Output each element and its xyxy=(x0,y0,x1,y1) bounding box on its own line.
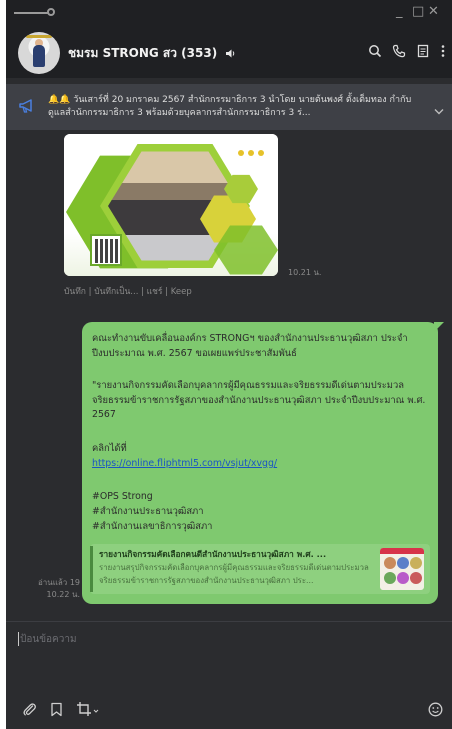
composer-toolbar xyxy=(6,690,452,729)
title-bar: _ □ ✕ xyxy=(6,0,452,28)
image-message[interactable] xyxy=(64,134,278,276)
announcement-text: 🔔🔔 วันเสาร์ที่ 20 มกราคม 2567 สำนักกรรมา… xyxy=(48,95,412,118)
preview-description: รายงานสรุปกิจกรรมคัดเลือกบุคลากรผู้มีคุณ… xyxy=(99,563,369,585)
image-actions[interactable]: บันทึก | บันทึกเป็น... | แชร์ | Keep xyxy=(64,284,192,298)
avatar[interactable] xyxy=(18,32,60,74)
chevron-down-icon[interactable] xyxy=(434,100,444,119)
more-icon[interactable] xyxy=(434,42,452,60)
hashtag-office-president[interactable]: #สำนักงานประธานวุฒิสภา xyxy=(92,505,428,520)
message-time: 10.22 น. xyxy=(46,590,80,599)
hashtag-ops-strong[interactable]: #OPS Strong xyxy=(92,490,428,505)
avatar-banner xyxy=(26,35,52,38)
text-message-bubble[interactable]: คณะทำงานขับเคลื่อนองค์กร STRONGฯ ของสำนั… xyxy=(82,322,444,604)
qr-code xyxy=(90,234,122,266)
close-button[interactable]: ✕ xyxy=(428,4,439,19)
preview-accent-bar xyxy=(90,546,93,592)
chat-title-text: ชมรม STRONG สว (353) xyxy=(68,46,218,60)
attach-icon[interactable] xyxy=(22,702,37,721)
link-preview[interactable]: รายงานกิจกรรมคัดเลือกคนดีสำนักงานประธานว… xyxy=(90,544,430,594)
read-count: อ่านแล้ว 19 xyxy=(37,578,80,587)
phone-icon[interactable] xyxy=(390,42,408,60)
window-pin-line xyxy=(14,12,48,14)
crop-icon[interactable] xyxy=(76,701,100,721)
message-input[interactable]: ป้อนข้อความ xyxy=(20,632,420,650)
hashtag-office-secretary[interactable]: #สำนักงานเลขาธิการวุฒิสภา xyxy=(92,520,428,535)
emoji-icon[interactable] xyxy=(428,702,443,721)
announcement-banner[interactable]: 🔔🔔 วันเสาร์ที่ 20 มกราคม 2567 สำนักกรรมา… xyxy=(6,84,452,130)
avatar-figure xyxy=(33,45,45,67)
search-icon[interactable] xyxy=(366,42,384,60)
minimize-button[interactable]: _ xyxy=(396,4,403,19)
message-paragraph-2: "รายงานกิจกรรมคัดเลือกบุคลากรผู้มีคุณธรร… xyxy=(92,380,426,420)
chat-title[interactable]: ชมรม STRONG สว (353) xyxy=(68,44,237,63)
pin-icon[interactable] xyxy=(47,8,55,16)
click-here-label: คลิกได้ที่ xyxy=(92,443,127,454)
decor-dots xyxy=(238,150,270,156)
preview-title: รายงานกิจกรรมคัดเลือกคนดีสำนักงานประธานว… xyxy=(99,549,327,559)
message-link[interactable]: https://online.fliphtml5.com/vsjut/xvgg/ xyxy=(92,458,277,469)
image-time: 10.21 น. xyxy=(288,268,322,277)
read-status: อ่านแล้ว 19 10.22 น. xyxy=(32,577,80,601)
bookmark-icon[interactable] xyxy=(50,702,63,721)
maximize-button[interactable]: □ xyxy=(412,4,424,19)
mute-icon xyxy=(225,48,237,62)
megaphone-icon xyxy=(18,98,36,118)
line-chat-window: _ □ ✕ ชมรม STRONG สว (353) 🔔🔔 วันเสาร์ที… xyxy=(6,0,452,729)
text-caret xyxy=(18,632,19,646)
chat-header: ชมรม STRONG สว (353) xyxy=(6,28,452,78)
preview-thumbnail xyxy=(380,548,424,590)
message-paragraph-1: คณะทำงานขับเคลื่อนองค์กร STRONGฯ ของสำนั… xyxy=(92,333,408,359)
composer-divider xyxy=(6,621,452,622)
notes-icon[interactable] xyxy=(414,42,432,60)
